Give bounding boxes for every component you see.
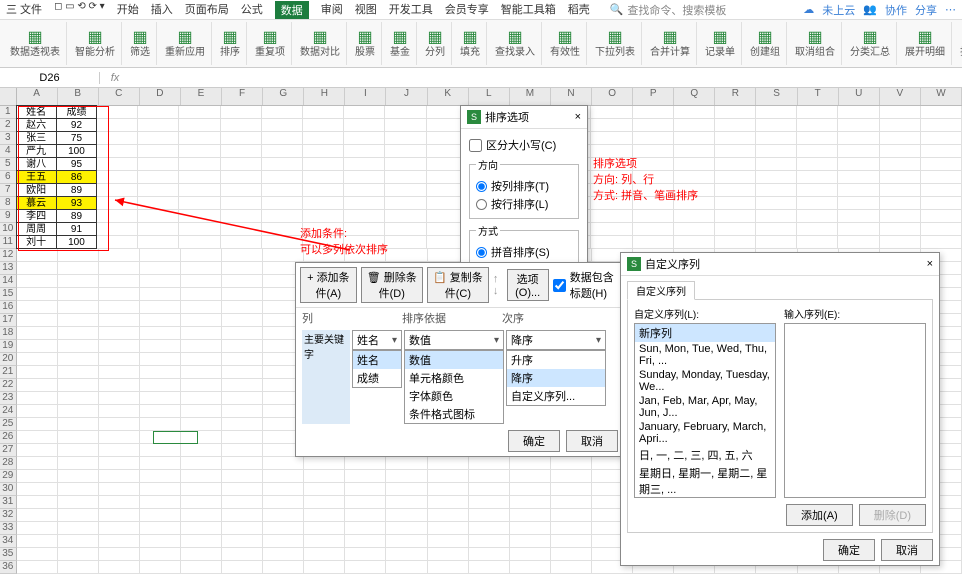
wps-icon: S: [467, 110, 481, 124]
ribbon-合并计算[interactable]: ▦合并计算: [644, 22, 697, 65]
col-M[interactable]: M: [510, 88, 551, 105]
col-R[interactable]: R: [715, 88, 756, 105]
ribbon-分列[interactable]: ▦分列: [419, 22, 452, 65]
del-button[interactable]: 删除(D): [859, 504, 926, 526]
menu-9[interactable]: 智能工具箱: [501, 1, 556, 19]
ribbon-取消组合[interactable]: ▦取消组合: [789, 22, 842, 65]
user-area: ☁未上云 👥协作 分享⋯: [803, 2, 956, 18]
sort-col-list[interactable]: 姓名 成绩: [352, 350, 402, 388]
active-cell[interactable]: [153, 431, 198, 444]
menu-file[interactable]: 三 文件: [6, 1, 42, 19]
ribbon: ▦数据透视表▦智能分析▦筛选▦重新应用▦排序▦重复项▦数据对比▦股票▦基金▦分列…: [0, 20, 962, 68]
entry-box[interactable]: [784, 323, 926, 498]
sort-by-select[interactable]: 数值: [404, 330, 504, 350]
ribbon-股票[interactable]: ▦股票: [349, 22, 382, 65]
ribbon-数据对比[interactable]: ▦数据对比: [294, 22, 347, 65]
sort-cancel-button[interactable]: 取消: [566, 430, 618, 452]
custom-ok-button[interactable]: 确定: [823, 539, 875, 561]
pinyin-radio[interactable]: 拼音排序(S): [476, 244, 572, 260]
ribbon-分类汇总[interactable]: ▦分类汇总: [844, 22, 897, 65]
menu-5[interactable]: 审阅: [321, 1, 343, 19]
col-B[interactable]: B: [58, 88, 99, 105]
col-C[interactable]: C: [99, 88, 140, 105]
col-E[interactable]: E: [181, 88, 222, 105]
menu-items: 三 文件 ◻ ▭ ⟲ ⟳ ▾ 开始 插入 页面布局 公式 数据 审阅 视图 开发…: [6, 1, 590, 19]
ribbon-基金[interactable]: ▦基金: [384, 22, 417, 65]
ribbon-重新应用[interactable]: ▦重新应用: [159, 22, 212, 65]
menu-10[interactable]: 稻壳: [568, 1, 590, 19]
col-W[interactable]: W: [921, 88, 962, 105]
sort-ok-button[interactable]: 确定: [508, 430, 560, 452]
header-checkbox[interactable]: 数据包含标题(H): [553, 269, 620, 301]
menu-4[interactable]: 数据: [275, 1, 309, 19]
sort-order-list[interactable]: 升序 降序 自定义序列...: [506, 350, 606, 406]
wps-icon: S: [627, 257, 641, 271]
col-J[interactable]: J: [386, 88, 427, 105]
anno-add: 添加条件: 可以多列依次排序: [300, 225, 388, 257]
formula-bar: D26 fx: [0, 68, 962, 88]
dir-col-radio[interactable]: 按列排序(T): [476, 178, 572, 194]
menu-0[interactable]: 开始: [117, 1, 139, 19]
ribbon-排序[interactable]: ▦排序: [214, 22, 247, 65]
ribbon-展开明细[interactable]: ▦展开明细: [899, 22, 952, 65]
col-O[interactable]: O: [592, 88, 633, 105]
sort-col-select[interactable]: 姓名: [352, 330, 402, 350]
col-Q[interactable]: Q: [674, 88, 715, 105]
close-icon[interactable]: ×: [575, 111, 581, 123]
col-T[interactable]: T: [798, 88, 839, 105]
search-box[interactable]: 🔍查找命令、搜索模板: [610, 2, 727, 18]
custom-cancel-button[interactable]: 取消: [881, 539, 933, 561]
sort-dialog: + 添加条件(A) 🗑 删除条件(D) 📋 复制条件(C) ↑ ↓ 选项(O).…: [295, 262, 625, 457]
menu-2[interactable]: 页面布局: [185, 1, 229, 19]
cell-reference[interactable]: D26: [0, 72, 100, 84]
ribbon-查找录入[interactable]: ▦查找录入: [489, 22, 542, 65]
copy-cond-button[interactable]: 📋 复制条件(C): [427, 267, 489, 303]
del-cond-button[interactable]: 🗑 删除条件(D): [361, 267, 423, 303]
ribbon-重复项[interactable]: ▦重复项: [249, 22, 292, 65]
ribbon-下拉列表[interactable]: ▦下拉列表: [589, 22, 642, 65]
menu-8[interactable]: 会员专享: [445, 1, 489, 19]
sort-order-select[interactable]: 降序: [506, 330, 606, 350]
col-N[interactable]: N: [551, 88, 592, 105]
add-button[interactable]: 添加(A): [786, 504, 853, 526]
fx-icon[interactable]: fx: [100, 72, 130, 84]
dlg-title: 排序选项: [485, 109, 529, 125]
col-K[interactable]: K: [428, 88, 469, 105]
col-D[interactable]: D: [140, 88, 181, 105]
col-G[interactable]: G: [263, 88, 304, 105]
custom-list[interactable]: 新序列Sun, Mon, Tue, Wed, Thu, Fri, ...Sund…: [634, 323, 776, 498]
options-button[interactable]: 选项(O)...: [507, 269, 549, 301]
ribbon-有效性[interactable]: ▦有效性: [544, 22, 587, 65]
col-A[interactable]: A: [17, 88, 58, 105]
sort-by-list[interactable]: 数值 单元格颜色 字体颜色 条件格式图标: [404, 350, 504, 424]
col-S[interactable]: S: [756, 88, 797, 105]
ribbon-数据透视表[interactable]: ▦数据透视表: [4, 22, 67, 65]
dir-row-radio[interactable]: 按行排序(L): [476, 196, 572, 212]
data-range-highlight: [18, 106, 109, 251]
tab-custom[interactable]: 自定义序列: [627, 281, 695, 300]
add-cond-button[interactable]: + 添加条件(A): [300, 267, 357, 303]
ribbon-智能分析[interactable]: ▦智能分析: [69, 22, 122, 65]
col-L[interactable]: L: [469, 88, 510, 105]
ribbon-记录单[interactable]: ▦记录单: [699, 22, 742, 65]
custom-list-dialog: S自定义序列× 自定义序列 自定义序列(L): 新序列Sun, Mon, Tue…: [620, 252, 940, 566]
col-P[interactable]: P: [633, 88, 674, 105]
menu-1[interactable]: 插入: [151, 1, 173, 19]
col-H[interactable]: H: [304, 88, 345, 105]
menu-bar: 三 文件 ◻ ▭ ⟲ ⟳ ▾ 开始 插入 页面布局 公式 数据 审阅 视图 开发…: [0, 0, 962, 20]
menu-6[interactable]: 视图: [355, 1, 377, 19]
menu-7[interactable]: 开发工具: [389, 1, 433, 19]
case-checkbox[interactable]: 区分大小写(C): [469, 137, 579, 153]
col-I[interactable]: I: [345, 88, 386, 105]
anno-opt: 排序选项 方向: 列、行 方式: 拼音、笔画排序: [593, 155, 698, 203]
ribbon-创建组[interactable]: ▦创建组: [744, 22, 787, 65]
ribbon-折叠明细[interactable]: ▦折叠明细: [954, 22, 962, 65]
col-U[interactable]: U: [839, 88, 880, 105]
ribbon-填充[interactable]: ▦填充: [454, 22, 487, 65]
close-icon[interactable]: ×: [927, 258, 933, 270]
menu-3[interactable]: 公式: [241, 1, 263, 19]
col-F[interactable]: F: [222, 88, 263, 105]
col-V[interactable]: V: [880, 88, 921, 105]
ribbon-筛选[interactable]: ▦筛选: [124, 22, 157, 65]
